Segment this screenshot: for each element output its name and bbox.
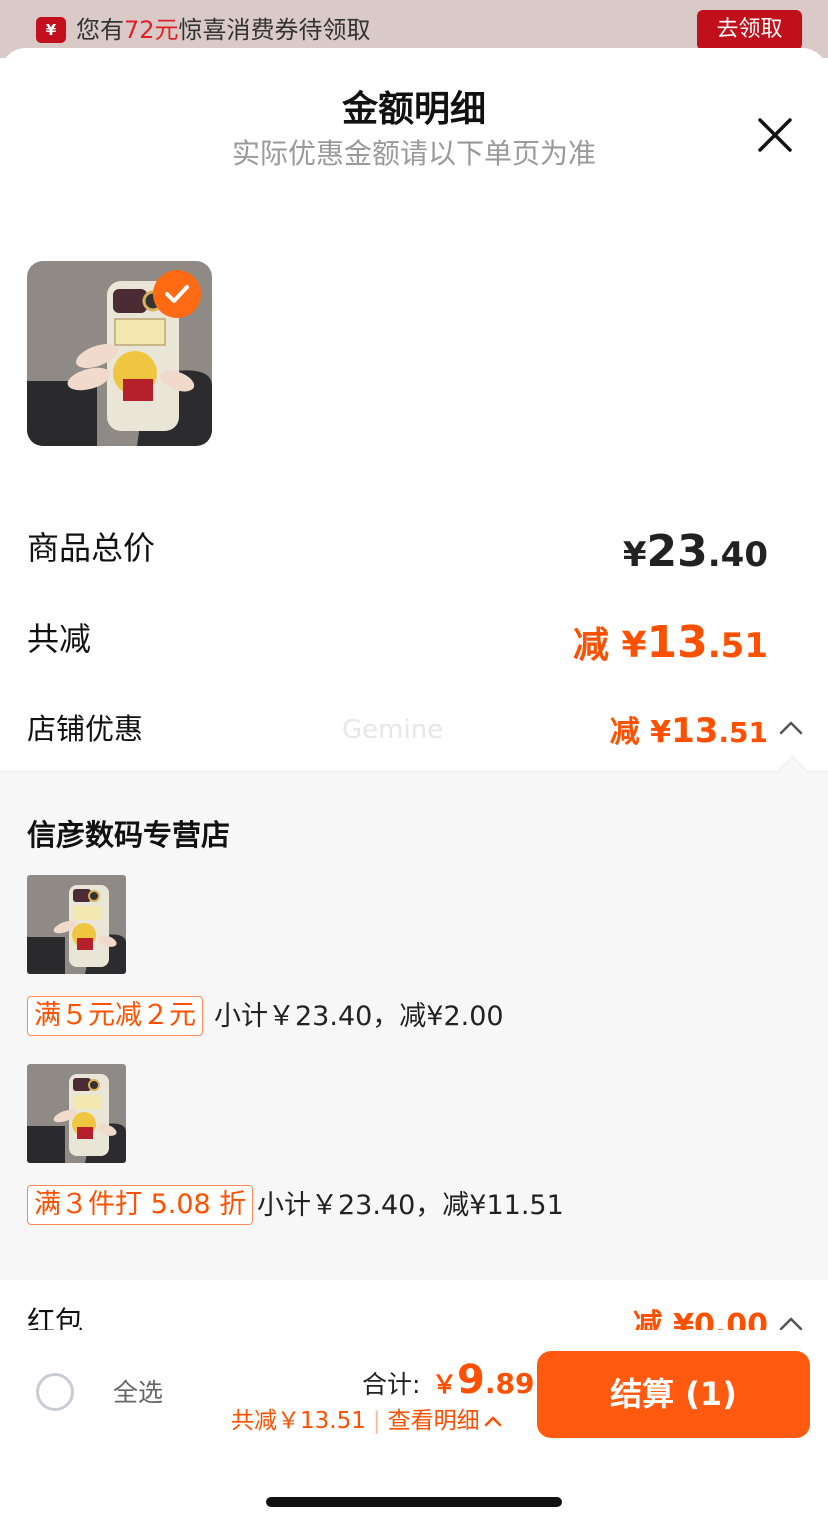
coupon-icon: ¥ [36,17,66,43]
selected-check-icon[interactable] [153,270,201,318]
promo-tag: 满５元减２元 [27,996,203,1036]
savings-text: 共减￥13.51 [231,1408,366,1434]
discount-int: 13 [646,617,708,668]
shop-discount-prefix: 减 ¥ [609,715,672,750]
total-label: 合计: [362,1370,421,1399]
claim-coupon-button[interactable]: 去领取 [697,10,802,50]
close-icon[interactable] [752,112,798,158]
home-indicator [266,1497,562,1507]
total-price-label: 商品总价 [27,529,156,567]
shop-discount-label: 店铺优惠 [27,712,144,746]
coupon-amount: 72元 [124,16,179,44]
chevron-up-icon[interactable] [480,1408,503,1434]
savings-summary[interactable]: 共减￥13.51 | 查看明细 [231,1404,503,1438]
sheet-title: 金额明细 [341,89,486,130]
total-amount-int: 9 [457,1357,485,1403]
select-all-label[interactable]: 全选 [113,1375,163,1411]
view-details-link[interactable]: 查看明细 [388,1408,480,1434]
checkout-button[interactable]: 结算 (1) [537,1351,810,1438]
item-thumbnail [27,875,126,974]
total-price-currency: ¥ [622,535,647,575]
discount-prefix: 减 ¥ [572,625,647,666]
item-thumbnail [27,1064,126,1163]
total-price-dec: .40 [707,535,768,575]
store-name: 信彦数码专营店 [27,818,231,852]
item-subtotal: 小计￥23.40，减¥2.00 [214,1001,504,1032]
total-amount-currency: ￥ [432,1370,458,1399]
promo-tag: 满３件打 5.08 折 [27,1185,254,1225]
total-amount-dec: .89 [484,1367,535,1400]
divider: | [372,1408,381,1434]
coupon-text-suffix: 惊喜消费券待领取 [178,16,371,44]
total-price-value: ¥23.40 [623,522,768,585]
discount-dec: .51 [707,626,768,666]
select-all-radio[interactable] [36,1373,74,1411]
chevron-up-icon[interactable] [778,718,804,736]
shop-discount-toggle[interactable]: 减 ¥13.51 [610,708,768,756]
item-subtotal: 小计￥23.40，减¥11.51 [257,1190,564,1221]
total-discount-value: 减 ¥13.51 [573,613,768,676]
total-price-int: 23 [646,526,708,577]
shop-discount-dec: .51 [718,716,768,749]
total-discount-label: 共减 [27,620,92,658]
coupon-banner-text: 您有72元惊喜消费券待领取 [76,12,371,48]
coupon-text-prefix: 您有 [76,16,124,44]
shop-discount-int: 13 [671,711,719,751]
watermark: Gemine [342,715,444,745]
sheet-subtitle: 实际优惠金额请以下单页为准 [231,137,596,170]
